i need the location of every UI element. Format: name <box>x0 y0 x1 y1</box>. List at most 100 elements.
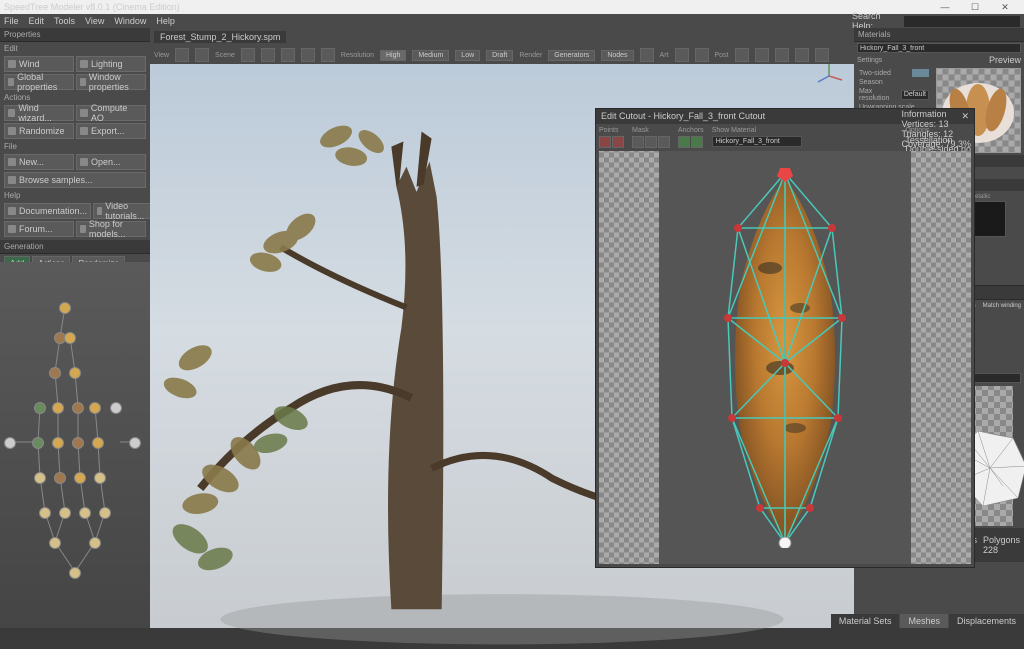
render-nodes[interactable]: Nodes <box>601 50 633 61</box>
view-btn-2[interactable] <box>195 48 209 62</box>
browse-samples-button[interactable]: Browse samples... <box>4 172 146 188</box>
anchor-bottom-icon[interactable] <box>779 537 791 548</box>
cutout-canvas[interactable] <box>599 151 971 564</box>
new-button[interactable]: New... <box>4 154 74 170</box>
menu-edit[interactable]: Edit <box>29 16 45 26</box>
node[interactable] <box>79 507 91 519</box>
video-tutorials-button[interactable]: Video tutorials... <box>93 203 151 219</box>
match-winding[interactable]: Match winding <box>983 303 1021 309</box>
wind-wizard-button[interactable]: Wind wizard... <box>4 105 74 121</box>
post-btn-3[interactable] <box>775 48 789 62</box>
art-btn-2[interactable] <box>695 48 709 62</box>
node-graph[interactable] <box>0 262 150 628</box>
maxres-select[interactable]: Default <box>901 90 929 100</box>
node[interactable] <box>52 402 64 414</box>
menu-help[interactable]: Help <box>156 16 175 26</box>
menu-file[interactable]: File <box>4 16 19 26</box>
tab-meshes[interactable]: Meshes <box>900 614 948 628</box>
node[interactable] <box>69 367 81 379</box>
points-btn-1[interactable] <box>599 136 611 148</box>
viewport[interactable]: Forest_Stump_2_Hickory.spm View Scene Re… <box>150 28 854 628</box>
post-btn-1[interactable] <box>735 48 749 62</box>
search-input[interactable] <box>904 16 1020 27</box>
res-low[interactable]: Low <box>455 50 480 61</box>
window-properties-button[interactable]: Window properties <box>76 74 146 90</box>
node[interactable] <box>54 472 66 484</box>
render-btn[interactable] <box>640 48 654 62</box>
minimize-button[interactable]: — <box>930 1 960 13</box>
global-properties-button[interactable]: Global properties <box>4 74 74 90</box>
scene-btn-2[interactable] <box>261 48 275 62</box>
node[interactable] <box>34 402 46 414</box>
node[interactable] <box>39 507 51 519</box>
node[interactable] <box>110 402 122 414</box>
randomize-button[interactable]: Randomize <box>4 123 74 139</box>
post-btn-5[interactable] <box>815 48 829 62</box>
node[interactable] <box>69 567 81 579</box>
documentation-button[interactable]: Documentation... <box>4 203 91 219</box>
forum-icon <box>8 225 16 233</box>
scene-btn-4[interactable] <box>301 48 315 62</box>
node[interactable] <box>129 437 141 449</box>
node[interactable] <box>72 402 84 414</box>
node[interactable] <box>99 507 111 519</box>
wind-button[interactable]: Wind <box>4 56 74 72</box>
export-button[interactable]: Export... <box>76 123 146 139</box>
scene-btn-1[interactable] <box>241 48 255 62</box>
lighting-button[interactable]: Lighting <box>76 56 146 72</box>
materials-header: Materials <box>854 28 1024 42</box>
leaf-cutout[interactable] <box>710 168 860 548</box>
node[interactable] <box>32 437 44 449</box>
tab-material-sets[interactable]: Material Sets <box>831 614 900 628</box>
mask-btn-1[interactable] <box>632 136 644 148</box>
wizard-icon <box>8 109 15 117</box>
res-draft[interactable]: Draft <box>486 50 513 61</box>
scene-btn-5[interactable] <box>321 48 335 62</box>
node[interactable] <box>52 437 64 449</box>
node[interactable] <box>72 437 84 449</box>
node[interactable] <box>92 437 104 449</box>
material-select[interactable]: Hickory_Fall_3_front <box>712 136 802 147</box>
compute-ao-button[interactable]: Compute AO <box>76 105 146 121</box>
node[interactable] <box>74 472 86 484</box>
forum-button[interactable]: Forum... <box>4 221 74 237</box>
node[interactable] <box>64 332 76 344</box>
browse-icon <box>8 176 16 184</box>
maximize-button[interactable]: ☐ <box>960 1 990 13</box>
node[interactable] <box>4 437 16 449</box>
post-btn-2[interactable] <box>755 48 769 62</box>
map-metallic[interactable] <box>970 201 1006 237</box>
file-tab[interactable]: Forest_Stump_2_Hickory.spm <box>154 31 286 43</box>
open-button[interactable]: Open... <box>76 154 146 170</box>
node[interactable] <box>94 472 106 484</box>
anchor-btn-1[interactable] <box>678 136 690 148</box>
node[interactable] <box>89 402 101 414</box>
shop-button[interactable]: Shop for models... <box>76 221 146 237</box>
mask-btn-3[interactable] <box>658 136 670 148</box>
tab-displacements[interactable]: Displacements <box>949 614 1024 628</box>
material-name[interactable] <box>857 43 1021 53</box>
res-medium[interactable]: Medium <box>412 50 449 61</box>
node[interactable] <box>59 302 71 314</box>
node[interactable] <box>49 537 61 549</box>
res-high[interactable]: High <box>380 50 406 61</box>
post-btn-4[interactable] <box>795 48 809 62</box>
node[interactable] <box>89 537 101 549</box>
menu-window[interactable]: Window <box>114 16 146 26</box>
scene-btn-3[interactable] <box>281 48 295 62</box>
render-generators[interactable]: Generators <box>548 50 595 61</box>
mask-btn-2[interactable] <box>645 136 657 148</box>
view-btn-1[interactable] <box>175 48 189 62</box>
export-icon <box>80 127 88 135</box>
node[interactable] <box>59 507 71 519</box>
node[interactable] <box>49 367 61 379</box>
twosided-toggle[interactable] <box>912 69 929 77</box>
points-btn-2[interactable] <box>612 136 624 148</box>
cutout-info: Information Vertices: 13 Triangles: 12 C… <box>901 109 971 149</box>
menu-tools[interactable]: Tools <box>54 16 75 26</box>
anchor-btn-2[interactable] <box>691 136 703 148</box>
close-button[interactable]: ✕ <box>990 1 1020 13</box>
art-btn-1[interactable] <box>675 48 689 62</box>
menu-view[interactable]: View <box>85 16 104 26</box>
node[interactable] <box>34 472 46 484</box>
